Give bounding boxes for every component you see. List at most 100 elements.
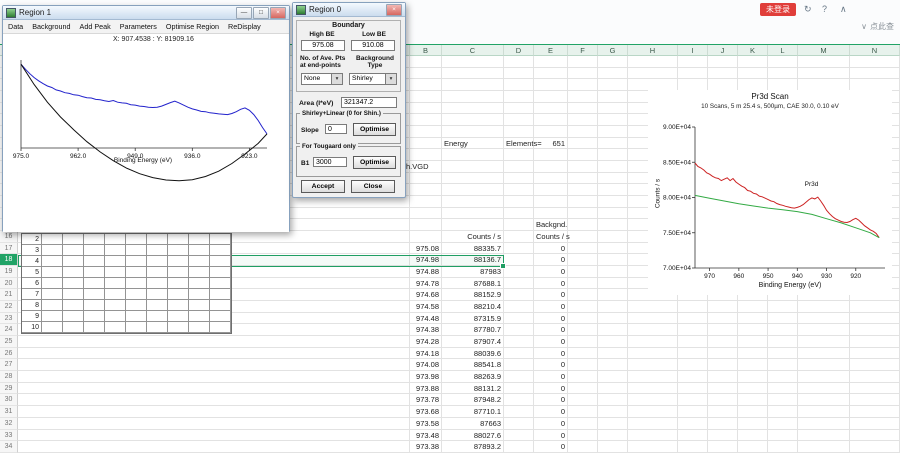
cell-C12[interactable] (442, 184, 504, 197)
cell-L1[interactable] (768, 56, 798, 68)
cell-G12[interactable] (598, 184, 628, 197)
cell-M28[interactable] (798, 371, 850, 383)
cell-H32[interactable] (628, 417, 678, 430)
cell-F17[interactable] (568, 242, 598, 255)
grid-cell[interactable] (42, 278, 63, 289)
cell-E25[interactable]: 0 (534, 336, 568, 348)
cell-F5[interactable] (568, 102, 598, 115)
cell-C22[interactable]: 88210.4 (442, 301, 504, 313)
cell-K34[interactable] (738, 441, 768, 453)
grid-cell[interactable] (147, 267, 168, 278)
region1-titlebar[interactable]: Region 1 — □ × (3, 6, 289, 20)
grid-cell[interactable] (126, 278, 147, 289)
cell-L33[interactable] (768, 429, 798, 442)
cell-L23[interactable] (768, 312, 798, 325)
cell-G19[interactable] (598, 266, 628, 278)
cell-I30[interactable] (678, 394, 708, 407)
cell-E18[interactable]: 0 (534, 254, 568, 267)
cell-K29[interactable] (738, 382, 768, 395)
row-header-34[interactable]: 34 (0, 441, 18, 453)
grid-cell[interactable] (189, 256, 210, 267)
col-header-B[interactable]: B (410, 45, 442, 56)
cell-J2[interactable] (708, 67, 738, 80)
cell-B32[interactable]: 973.58 (410, 417, 442, 430)
cell-I25[interactable] (678, 336, 708, 348)
cell-K32[interactable] (738, 417, 768, 430)
cell-E29[interactable]: 0 (534, 382, 568, 395)
cell-C16[interactable]: Counts / s (442, 231, 504, 243)
cell-L26[interactable] (768, 347, 798, 360)
grid-cell[interactable] (189, 311, 210, 322)
row-header-24[interactable]: 24 (0, 324, 18, 337)
cell-D13[interactable] (504, 196, 534, 208)
cell-G3[interactable] (598, 79, 628, 92)
cell-E19[interactable]: 0 (534, 266, 568, 278)
sync-icon[interactable]: ↻ (804, 3, 812, 16)
cell-F10[interactable] (568, 161, 598, 173)
cell-H26[interactable] (628, 347, 678, 360)
col-header-F[interactable]: F (568, 45, 598, 56)
grid-cell[interactable] (168, 256, 189, 267)
cell-D21[interactable] (504, 289, 534, 302)
cell-J26[interactable] (708, 347, 738, 360)
row-header-25[interactable]: 25 (0, 336, 18, 348)
cell-D16[interactable] (504, 231, 534, 243)
grid-cell[interactable] (210, 278, 231, 289)
cell-J1[interactable] (708, 56, 738, 68)
cell-F3[interactable] (568, 79, 598, 92)
cell-E8[interactable]: 651 (534, 137, 568, 150)
cell-K22[interactable] (738, 301, 768, 313)
grid-cell[interactable] (168, 267, 189, 278)
cell-B31[interactable]: 973.68 (410, 406, 442, 418)
cell-G28[interactable] (598, 371, 628, 383)
row-header-31[interactable]: 31 (0, 406, 18, 418)
cell-B22[interactable]: 974.58 (410, 301, 442, 313)
cell-C1[interactable] (442, 56, 504, 68)
grid-cell[interactable] (210, 267, 231, 278)
cell-K27[interactable] (738, 359, 768, 372)
cell-C7[interactable] (442, 126, 504, 138)
cell-M24[interactable] (798, 324, 850, 337)
cell-E34[interactable]: 0 (534, 441, 568, 453)
collapse-ribbon-icon[interactable]: ∧ (840, 3, 847, 16)
cell-F31[interactable] (568, 406, 598, 418)
close-button[interactable]: × (386, 3, 402, 16)
help-icon[interactable]: ? (822, 3, 827, 16)
cell-N29[interactable] (850, 382, 900, 395)
cell-B12[interactable] (410, 184, 442, 197)
cell-C34[interactable]: 87893.2 (442, 441, 504, 453)
cell-E32[interactable]: 0 (534, 417, 568, 430)
cell-G14[interactable] (598, 207, 628, 220)
cell-G2[interactable] (598, 67, 628, 80)
grid-cell[interactable] (63, 256, 84, 267)
cell-D28[interactable] (504, 371, 534, 383)
row-header-27[interactable]: 27 (0, 359, 18, 372)
cell-I32[interactable] (678, 417, 708, 430)
cell-K23[interactable] (738, 312, 768, 325)
cell-H1[interactable] (628, 56, 678, 68)
cell-L32[interactable] (768, 417, 798, 430)
cell-E27[interactable]: 0 (534, 359, 568, 372)
grid-cell[interactable] (84, 300, 105, 311)
cell-G17[interactable] (598, 242, 628, 255)
b1-input[interactable]: 3000 (313, 157, 347, 167)
cell-F18[interactable] (568, 254, 598, 267)
cell-H29[interactable] (628, 382, 678, 395)
cell-F13[interactable] (568, 196, 598, 208)
cell-F22[interactable] (568, 301, 598, 313)
grid-cell[interactable] (126, 267, 147, 278)
grid-cell[interactable] (63, 267, 84, 278)
cell-K24[interactable] (738, 324, 768, 337)
cell-I27[interactable] (678, 359, 708, 372)
close-dialog-button[interactable]: Close (351, 180, 395, 193)
grid-cell[interactable] (168, 289, 189, 300)
grid-cell[interactable] (63, 245, 84, 256)
cell-G23[interactable] (598, 312, 628, 325)
cell-D31[interactable] (504, 406, 534, 418)
col-header-H[interactable]: H (628, 45, 678, 56)
cell-J25[interactable] (708, 336, 738, 348)
cell-G18[interactable] (598, 254, 628, 267)
col-header-E[interactable]: E (534, 45, 568, 56)
grid-cell[interactable] (189, 267, 210, 278)
grid-cell[interactable] (189, 289, 210, 300)
